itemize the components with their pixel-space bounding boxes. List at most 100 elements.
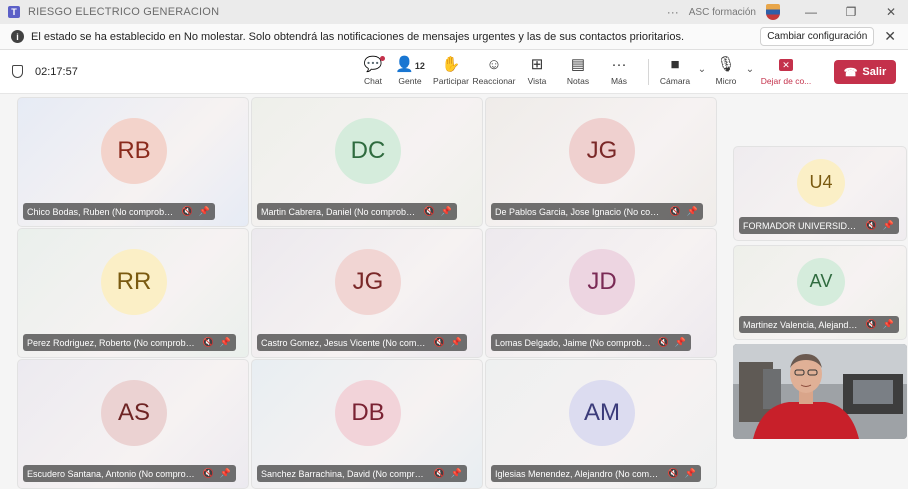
participant-tile[interactable]: JG Castro Gomez, Jesus Vicente (No compro… bbox=[251, 228, 483, 358]
pin-icon[interactable]: 📌 bbox=[441, 206, 452, 217]
pin-icon[interactable]: 📌 bbox=[675, 337, 686, 348]
people-icon: 👤12 bbox=[395, 56, 425, 73]
camera-label: Cámara bbox=[659, 76, 691, 86]
info-icon: i bbox=[11, 30, 24, 43]
participant-name: De Pablos Garcia, Jose Ignacio (No compr… bbox=[495, 206, 664, 217]
participant-tile[interactable]: AM Iglesias Menendez, Alejandro (No compr… bbox=[485, 359, 717, 489]
mic-off-icon: 🔇 bbox=[181, 206, 193, 216]
microphone-icon: 🎙 bbox=[716, 56, 736, 73]
participant-name: Martin Cabrera, Daniel (No comprobado) bbox=[261, 206, 418, 217]
participant-tile[interactable]: DB Sanchez Barrachina, David (No comproba… bbox=[251, 359, 483, 489]
change-settings-button[interactable]: Cambiar configuración bbox=[760, 27, 875, 46]
view-button[interactable]: ⊞ Vista bbox=[516, 50, 558, 94]
avatar: RR bbox=[101, 249, 167, 315]
camera-button[interactable]: ■ Cámara bbox=[657, 50, 693, 94]
avatar: DB bbox=[335, 380, 401, 446]
leave-label: Salir bbox=[862, 66, 887, 78]
participant-name-bar: Martin Cabrera, Daniel (No comprobado) 🔇 📌 bbox=[257, 203, 457, 220]
mic-options-chevron-icon[interactable]: ⌄ bbox=[741, 64, 759, 75]
mic-off-icon: 🔇 bbox=[667, 468, 679, 478]
smiley-icon: ☺ bbox=[486, 56, 502, 73]
participant-tile[interactable]: U4 FORMADOR UNIVERSIDAD CO... 🔇 📌 bbox=[733, 146, 907, 241]
mic-off-icon: 🔇 bbox=[423, 206, 435, 216]
raise-hand-label: Participar bbox=[433, 76, 469, 86]
pin-icon[interactable]: 📌 bbox=[220, 468, 231, 479]
mic-off-icon: 🔇 bbox=[202, 468, 214, 478]
org-avatar[interactable] bbox=[766, 4, 780, 20]
avatar: JD bbox=[569, 249, 635, 315]
more-options-icon[interactable]: ··· bbox=[667, 5, 679, 19]
participant-name-bar: Escudero Santana, Antonio (No comprob...… bbox=[23, 465, 236, 482]
avatar: AV bbox=[797, 257, 845, 306]
pin-icon[interactable]: 📌 bbox=[220, 337, 231, 348]
more-button[interactable]: ··· Más bbox=[598, 50, 640, 94]
participant-video-feed bbox=[733, 344, 907, 439]
toolbar-divider bbox=[648, 59, 649, 85]
close-icon[interactable]: ✕ bbox=[884, 28, 896, 45]
restore-button[interactable]: ❐ bbox=[834, 5, 868, 19]
react-label: Reaccionar bbox=[472, 76, 516, 86]
people-button[interactable]: 👤12 Gente bbox=[390, 50, 430, 94]
avatar: JG bbox=[569, 118, 635, 184]
react-button[interactable]: ☺ Reaccionar bbox=[472, 50, 516, 94]
meeting-stage: RB Chico Bodas, Ruben (No comprobado) 🔇 📌 DC… bbox=[0, 95, 908, 489]
hang-up-icon: ☎ bbox=[843, 66, 858, 79]
self-video[interactable] bbox=[733, 344, 907, 439]
stop-sharing-button[interactable]: ✕ Dejar de co... bbox=[759, 50, 813, 94]
meeting-timer: 02:17:57 bbox=[35, 65, 78, 78]
org-name: ASC formación bbox=[688, 6, 756, 18]
camera-options-chevron-icon[interactable]: ⌄ bbox=[693, 64, 711, 75]
mic-button[interactable]: 🎙 Micro bbox=[711, 50, 741, 94]
participant-name-bar: Lomas Delgado, Jaime (No comprobado) 🔇 📌 bbox=[491, 334, 691, 351]
participant-name-bar: Martinez Valencia, Alejandro (N... 🔇 📌 bbox=[739, 316, 899, 333]
camera-icon: ■ bbox=[670, 56, 680, 73]
more-icon: ··· bbox=[611, 56, 627, 73]
participant-tile[interactable]: AV Martinez Valencia, Alejandro (N... 🔇 📌 bbox=[733, 245, 907, 340]
shield-icon[interactable] bbox=[12, 65, 23, 78]
mic-off-icon: 🔇 bbox=[657, 337, 669, 347]
participant-tile[interactable]: AS Escudero Santana, Antonio (No comprob.… bbox=[17, 359, 249, 489]
participant-name: Sanchez Barrachina, David (No comproba..… bbox=[261, 468, 428, 479]
participant-name-bar: De Pablos Garcia, Jose Ignacio (No compr… bbox=[491, 203, 703, 220]
minimize-button[interactable]: — bbox=[794, 5, 828, 19]
participant-tile[interactable]: RB Chico Bodas, Ruben (No comprobado) 🔇 📌 bbox=[17, 97, 249, 227]
participant-name-bar: Castro Gomez, Jesus Vicente (No compro..… bbox=[257, 334, 467, 351]
pin-icon[interactable]: 📌 bbox=[199, 206, 210, 217]
participant-name: Iglesias Menendez, Alejandro (No compro.… bbox=[495, 468, 662, 479]
avatar: RB bbox=[101, 118, 167, 184]
dnd-banner: i El estado se ha establecido en No mole… bbox=[0, 24, 908, 50]
chat-label: Chat bbox=[364, 76, 382, 86]
stop-sharing-label: Dejar de co... bbox=[760, 76, 812, 86]
notes-label: Notas bbox=[566, 76, 590, 86]
teams-logo-icon: T bbox=[8, 6, 20, 18]
avatar: U4 bbox=[797, 158, 845, 207]
avatar: AM bbox=[569, 380, 635, 446]
mic-off-icon: 🔇 bbox=[865, 319, 877, 329]
chat-icon: 💬 bbox=[364, 56, 386, 74]
window-close-button[interactable]: ✕ bbox=[874, 5, 908, 19]
pin-icon[interactable]: 📌 bbox=[451, 468, 462, 479]
pin-icon[interactable]: 📌 bbox=[883, 319, 894, 330]
participant-name: FORMADOR UNIVERSIDAD CO... bbox=[743, 220, 860, 231]
pin-icon[interactable]: 📌 bbox=[451, 337, 462, 348]
participant-name: Perez Rodriguez, Roberto (No comprobad..… bbox=[27, 337, 197, 348]
pin-icon[interactable]: 📌 bbox=[685, 468, 696, 479]
leave-button[interactable]: ☎ Salir bbox=[834, 60, 896, 84]
mic-off-icon: 🔇 bbox=[433, 468, 445, 478]
participant-tile[interactable]: JD Lomas Delgado, Jaime (No comprobado) 🔇 📌 bbox=[485, 228, 717, 358]
raise-hand-icon: ✋ bbox=[441, 56, 461, 73]
participant-tile[interactable]: RR Perez Rodriguez, Roberto (No comprobad… bbox=[17, 228, 249, 358]
pin-icon[interactable]: 📌 bbox=[883, 220, 894, 231]
mic-label: Micro bbox=[715, 76, 737, 86]
avatar: DC bbox=[335, 118, 401, 184]
participant-tile[interactable]: JG De Pablos Garcia, Jose Ignacio (No com… bbox=[485, 97, 717, 227]
pin-icon[interactable]: 📌 bbox=[687, 206, 698, 217]
raise-hand-button[interactable]: ✋ Participar bbox=[430, 50, 472, 94]
mic-off-icon: 🔇 bbox=[202, 337, 214, 347]
notes-button[interactable]: ▤ Notas bbox=[558, 50, 598, 94]
participant-tile[interactable]: DC Martin Cabrera, Daniel (No comprobado)… bbox=[251, 97, 483, 227]
participant-name-bar: Iglesias Menendez, Alejandro (No compro.… bbox=[491, 465, 701, 482]
chat-button[interactable]: 💬 Chat bbox=[356, 50, 390, 94]
window-title: RIESGO ELECTRICO GENERACION bbox=[28, 6, 220, 18]
participant-name-bar: Perez Rodriguez, Roberto (No comprobad..… bbox=[23, 334, 236, 351]
